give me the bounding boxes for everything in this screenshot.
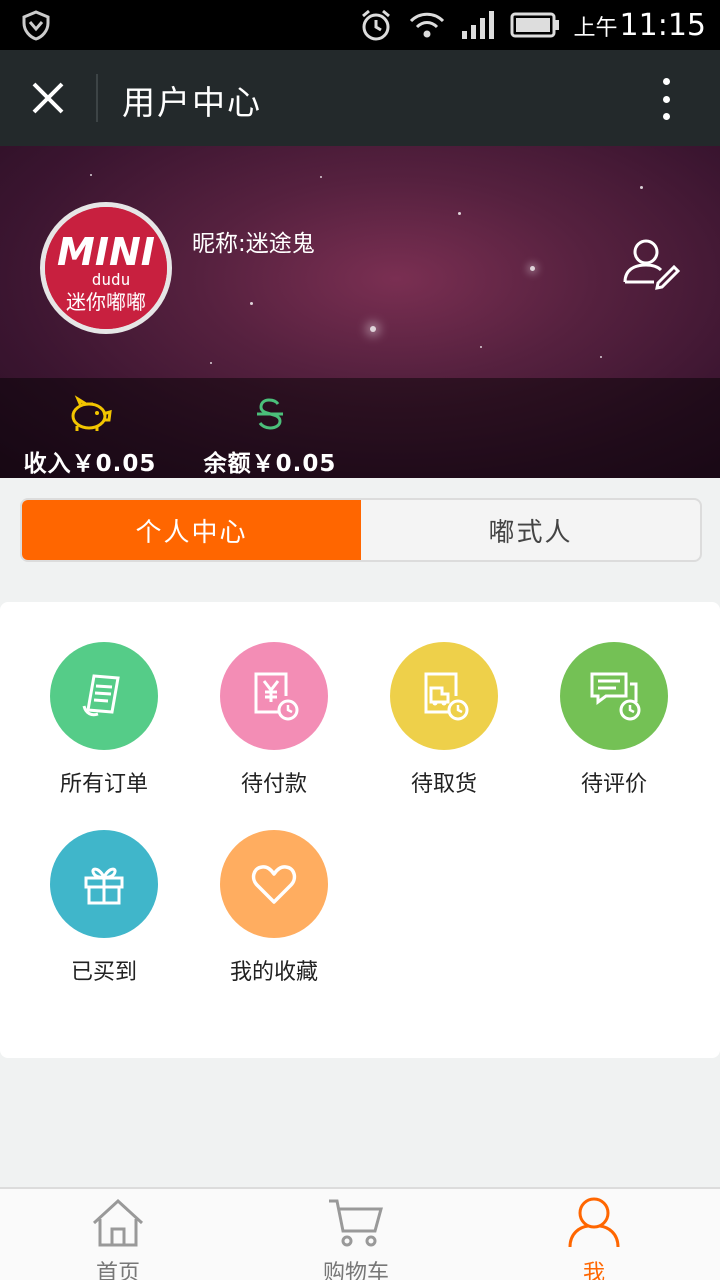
profile-header: MINI dudu 迷你嘟嘟 昵称:迷途鬼 收入￥0.05 余额￥0.05	[0, 146, 720, 478]
favorites-icon-bg	[220, 830, 328, 938]
grid-label: 所有订单	[59, 772, 148, 797]
all-orders-icon-bg	[50, 642, 158, 750]
grid-item-favorites[interactable]: 我的收藏	[189, 830, 359, 986]
balance-item[interactable]: 余额￥0.05	[180, 392, 360, 478]
gift-icon	[84, 867, 124, 905]
clock-ampm: 上午	[573, 15, 618, 41]
grid-label: 待评价	[580, 772, 647, 797]
home-icon	[92, 1198, 144, 1247]
more-dot-icon	[662, 78, 670, 85]
grid-item-pending-review[interactable]: 待评价	[529, 642, 699, 798]
cart-icon	[329, 1199, 383, 1247]
nickname: 昵称:迷途鬼	[192, 231, 315, 257]
star-decoration	[458, 212, 461, 215]
grid-label: 待付款	[240, 772, 307, 797]
star-decoration	[600, 356, 602, 358]
purchased-icon-bg	[50, 830, 158, 938]
edit-profile-button[interactable]	[622, 236, 681, 292]
alarm-icon	[361, 9, 390, 41]
clock: 上午 11:15	[574, 8, 706, 43]
balance-text: 余额￥0.05	[203, 451, 337, 477]
receipt-icon	[82, 674, 120, 717]
more-options-button[interactable]	[652, 78, 680, 120]
signal-icon	[461, 11, 494, 39]
more-dot-icon	[662, 95, 670, 103]
pending-payment-icon-bg	[220, 642, 328, 750]
svg-text:dudu: dudu	[92, 270, 131, 289]
user-icon	[568, 1197, 620, 1248]
tab-label: 我	[582, 1261, 605, 1280]
battery-icon	[510, 12, 559, 38]
pending-review-icon	[590, 672, 641, 721]
income-item[interactable]: 收入￥0.05	[0, 392, 180, 478]
grid-label: 待取货	[410, 772, 477, 797]
tab-personal-center[interactable]: 个人中心	[22, 500, 361, 560]
star-decoration	[210, 362, 212, 364]
tab-cart[interactable]: 购物车	[296, 1193, 416, 1280]
pending-pickup-icon	[424, 672, 469, 721]
pending-pickup-icon-bg	[390, 642, 498, 750]
bottom-tab-bar: 首页 购物车 我	[0, 1187, 720, 1280]
edit-user-icon	[623, 239, 681, 290]
income-text: 收入￥0.05	[23, 451, 157, 477]
tab-me[interactable]: 我	[534, 1193, 654, 1280]
tab-label: 购物车	[322, 1261, 389, 1280]
close-icon	[32, 82, 64, 114]
appbar-divider	[96, 74, 98, 122]
heart-icon	[251, 865, 297, 904]
more-dot-icon	[662, 113, 670, 120]
svg-text:迷你嘟嘟: 迷你嘟嘟	[66, 290, 146, 314]
status-bar: 上午 11:15	[0, 0, 720, 50]
star-decoration	[640, 186, 643, 189]
tab-label: 首页	[95, 1261, 140, 1280]
grid-item-pending-pickup[interactable]: 待取货	[359, 642, 529, 798]
close-button[interactable]	[22, 74, 74, 122]
grid-item-all-orders[interactable]: 所有订单	[19, 642, 189, 798]
star-decoration	[480, 346, 482, 348]
shield-icon	[22, 10, 50, 41]
grid-item-pending-payment[interactable]: 待付款	[189, 642, 359, 798]
avatar-logo: MINI dudu 迷你嘟嘟	[45, 207, 167, 329]
grid-label: 已买到	[70, 960, 137, 985]
avatar[interactable]: MINI dudu 迷你嘟嘟	[40, 202, 172, 334]
pending-review-icon-bg	[560, 642, 668, 750]
star-decoration	[90, 174, 92, 176]
wallet-bar: 收入￥0.05 余额￥0.05	[0, 378, 720, 478]
star-decoration	[370, 326, 376, 332]
star-decoration	[320, 176, 322, 178]
star-decoration	[530, 266, 535, 271]
star-decoration	[250, 302, 253, 305]
wifi-icon	[409, 12, 444, 38]
svg-text:MINI: MINI	[57, 230, 155, 274]
tab-dushi-ren[interactable]: 嘟式人	[361, 500, 700, 560]
tab-home[interactable]: 首页	[58, 1193, 178, 1280]
order-grid-panel: 所有订单 待付款 待取货 待评价 已买到 我的收藏	[0, 602, 720, 1058]
app-bar: 用户中心	[0, 50, 720, 146]
clock-time: 11:15	[619, 7, 706, 43]
page-title: 用户中心	[122, 83, 262, 122]
pending-payment-icon	[254, 672, 299, 721]
grid-item-purchased[interactable]: 已买到	[19, 830, 189, 986]
grid-label: 我的收藏	[229, 960, 318, 985]
piggy-bank-icon	[71, 395, 112, 431]
segment-control: 个人中心 嘟式人	[20, 498, 702, 562]
balance-icon	[257, 398, 283, 430]
